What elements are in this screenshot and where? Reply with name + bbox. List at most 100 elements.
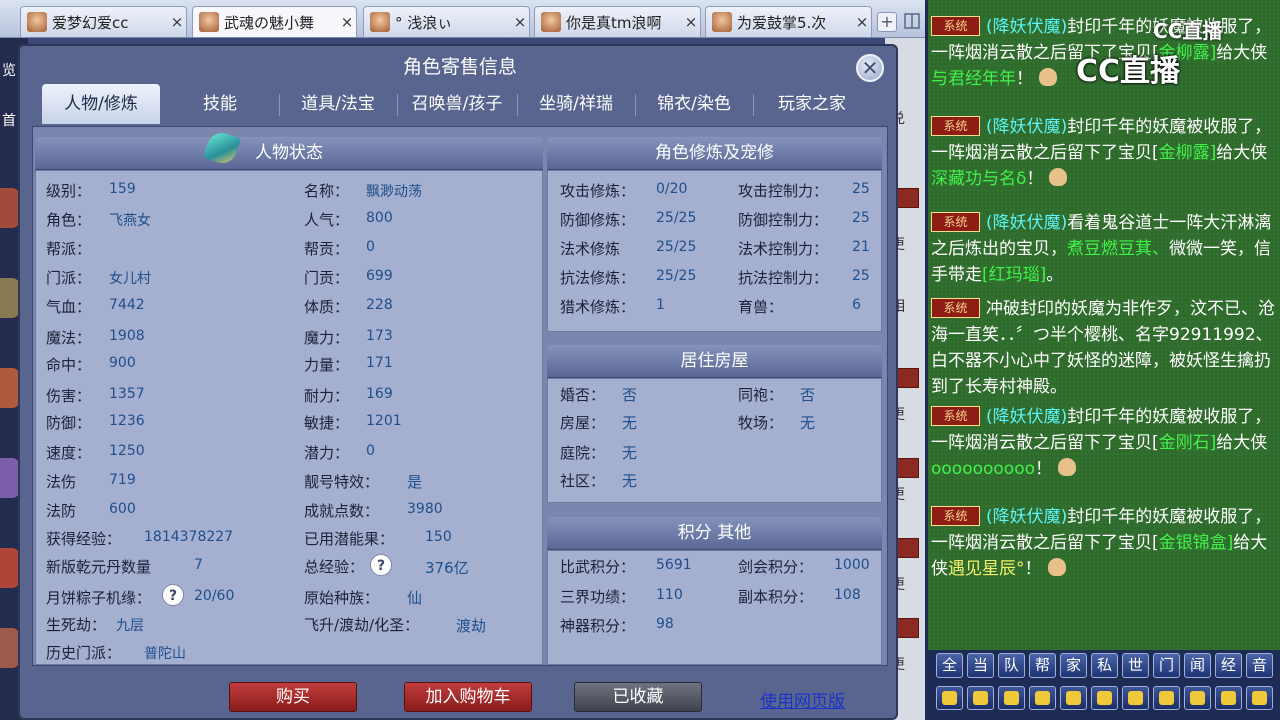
tab-close-icon[interactable]: × <box>682 13 700 31</box>
channel-world-button[interactable]: 世 <box>1122 653 1149 678</box>
panel-title: 人物状态 <box>255 143 323 163</box>
window-tab[interactable]: 你是真tm浪啊 × <box>534 6 701 37</box>
channel-school-button[interactable]: 门 <box>1153 653 1180 678</box>
cult-value: 25 <box>852 268 870 284</box>
use-web-version-link[interactable]: 使用网页版 <box>760 687 845 712</box>
channel-exp-button[interactable]: 经 <box>1215 653 1242 678</box>
system-tag: 系统 <box>931 298 980 318</box>
stat-value: 1250 <box>109 443 145 459</box>
avatar <box>370 12 390 32</box>
tab-player-home[interactable]: 玩家之家 <box>754 84 870 124</box>
chat-message: 系统 (降妖伏魔)看着鬼谷道士一阵大汗淋漓之后炼出的宝贝，煮豆燃豆萁、微微一笑，信… <box>931 210 1276 288</box>
tab-close-icon[interactable]: × <box>853 13 871 31</box>
stat-value: 900 <box>109 355 136 371</box>
stat-label: 月饼粽子机缘： <box>46 589 152 607</box>
edge-button <box>897 368 919 388</box>
arrow-down-icon[interactable] <box>998 686 1025 710</box>
tab-close-icon[interactable]: × <box>338 13 356 31</box>
stat-label: 人气： <box>304 211 350 229</box>
buy-button[interactable]: 购买 <box>229 682 357 712</box>
msg-source: (降妖伏魔) <box>986 507 1068 527</box>
stat-label: 帮派： <box>46 240 92 258</box>
character-portrait <box>0 548 20 588</box>
channel-current-button[interactable]: 当 <box>967 653 994 678</box>
stat-value: 1814378227 <box>144 529 234 545</box>
stat-value: 女儿村 <box>109 271 151 287</box>
msg-text: 冲破封印的妖魔为非作歹，汶不已、沧海一直笑．．〞つ半个樱桃、名字92911992… <box>931 299 1275 397</box>
house-label: 庭院： <box>560 444 606 462</box>
edge-text: 览 <box>2 63 16 79</box>
chat-message: 系统 (降妖伏魔)封印千年的妖魔被收服了，一阵烟消云散之后留下了宝贝[金刚石]给大… <box>931 404 1276 482</box>
tab-mounts[interactable]: 坐骑/祥瑞 <box>518 84 634 124</box>
channel-team-button[interactable]: 队 <box>998 653 1025 678</box>
tab-close-icon[interactable]: × <box>168 13 186 31</box>
stat-label: 名称： <box>304 182 350 200</box>
lock-icon[interactable] <box>1122 686 1149 710</box>
stat-value: 是 <box>407 473 423 491</box>
msg-player: 遇见星辰° <box>948 559 1025 579</box>
house-value: 无 <box>622 472 638 490</box>
channel-family-button[interactable]: 家 <box>1060 653 1087 678</box>
points-value: 5691 <box>656 557 692 573</box>
chat-bubble-icon[interactable] <box>1215 686 1242 710</box>
msg-text: ！ <box>1026 169 1044 189</box>
cult-value: 0/20 <box>656 181 688 197</box>
close-icon[interactable]: ✕ <box>856 54 884 82</box>
window-tab[interactable]: ° 浅浪ぃ × <box>363 6 530 37</box>
stat-value: 719 <box>109 472 136 488</box>
tab-character[interactable]: 人物/修炼 <box>42 84 160 124</box>
system-tag: 系统 <box>931 212 980 232</box>
channel-private-button[interactable]: 私 <box>1091 653 1118 678</box>
tab-items[interactable]: 道具/法宝 <box>280 84 396 124</box>
window-tab-active[interactable]: 武魂の魅小舞 × <box>192 6 357 37</box>
tiles-icon[interactable] <box>1184 686 1211 710</box>
housing-header: 居住房屋 <box>547 345 882 378</box>
tab-menu-icon[interactable] <box>903 10 921 32</box>
channel-voice-button[interactable]: 音 <box>1246 653 1273 678</box>
stat-label: 帮贡： <box>304 240 350 258</box>
channel-all-button[interactable]: 全 <box>936 653 963 678</box>
arrow-up-icon[interactable] <box>967 686 994 710</box>
edge-text: 首 <box>2 113 16 129</box>
arrow-left-icon[interactable] <box>936 686 963 710</box>
points-label: 副本积分： <box>738 588 814 606</box>
help-icon[interactable]: ? <box>370 554 392 576</box>
add-to-cart-button[interactable]: 加入购物车 <box>404 682 532 712</box>
channel-news-button[interactable]: 闻 <box>1184 653 1211 678</box>
help-icon[interactable]: ? <box>162 584 184 606</box>
cult-label: 抗法控制力： <box>738 269 829 287</box>
channel-guild-button[interactable]: 帮 <box>1029 653 1056 678</box>
avatar <box>541 12 561 32</box>
tab-summons[interactable]: 召唤兽/孩子 <box>398 84 516 124</box>
window-tab[interactable]: 爱梦幻爱cc × <box>20 6 187 37</box>
window-icon[interactable] <box>1091 686 1118 710</box>
brush-icon[interactable] <box>1153 686 1180 710</box>
house-label: 社区： <box>560 472 606 490</box>
stat-label: 魔力： <box>304 329 350 347</box>
search-icon[interactable] <box>1029 686 1056 710</box>
favorited-button[interactable]: 已收藏 <box>574 682 702 712</box>
chat-toolbar: 全 当 队 帮 家 私 世 门 闻 经 音 <box>925 650 1280 720</box>
note-icon[interactable] <box>1060 686 1087 710</box>
window-tab[interactable]: 为爱鼓掌5.次 × <box>705 6 872 37</box>
thumbs-up-icon <box>1058 458 1077 476</box>
house-value: 否 <box>800 386 816 404</box>
stat-label: 级别： <box>46 182 92 200</box>
menu-icon[interactable] <box>1246 686 1273 710</box>
new-tab-button[interactable]: + <box>877 12 897 32</box>
stat-value: 0 <box>366 443 375 459</box>
cult-value: 6 <box>852 297 861 313</box>
tab-outfits[interactable]: 锦衣/染色 <box>636 84 752 124</box>
tab-title: 武魂の魅小舞 <box>224 13 315 32</box>
stat-label: 新版乾元丹数量 <box>46 558 152 576</box>
tab-skills[interactable]: 技能 <box>162 84 278 124</box>
stat-label: 历史门派： <box>46 644 122 662</box>
stat-value: 1357 <box>109 386 145 402</box>
tab-title: 你是真tm浪啊 <box>566 13 662 32</box>
msg-source: (降妖伏魔) <box>986 117 1068 137</box>
stat-label: 防御： <box>46 414 92 432</box>
system-tag: 系统 <box>931 506 980 526</box>
tab-close-icon[interactable]: × <box>511 13 529 31</box>
stat-value: 376亿 <box>425 559 469 577</box>
stat-label: 命中： <box>46 356 92 374</box>
